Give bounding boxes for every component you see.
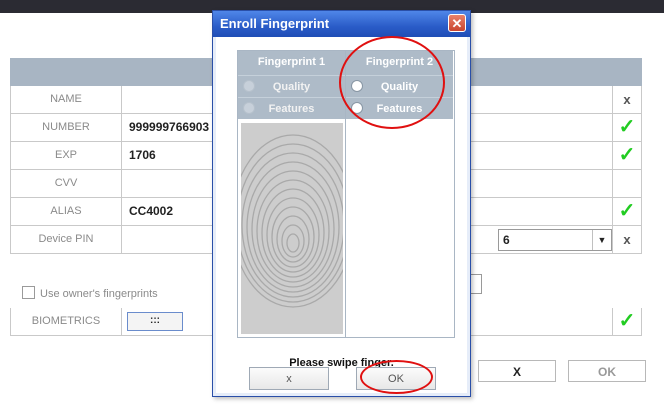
quality-label: Quality	[272, 81, 311, 93]
owner-fingerprints-option[interactable]: Use owner's fingerprints	[22, 286, 158, 300]
device-pin-select[interactable]: 6 ▼	[498, 229, 612, 251]
checkmark-icon: ✓	[612, 142, 641, 169]
fingerprint-1-features: Features	[238, 97, 345, 119]
owner-fingerprints-checkbox[interactable]	[22, 286, 35, 299]
row-value: 1706	[129, 148, 156, 162]
row-label: NUMBER	[11, 114, 122, 141]
row-label: ALIAS	[11, 198, 122, 225]
dialog-titlebar[interactable]: Enroll Fingerprint ✕	[213, 11, 470, 37]
row-value: CC4002	[129, 204, 174, 218]
highlight-circle	[360, 360, 433, 394]
row-label: CVV	[11, 170, 122, 197]
fingerprint-image	[241, 123, 343, 334]
form-cancel-button[interactable]: X	[478, 360, 556, 382]
field-box	[470, 274, 482, 294]
chevron-down-icon[interactable]: ▼	[592, 230, 611, 250]
checkmark-icon: ✓	[612, 114, 641, 141]
row-label: NAME	[11, 86, 122, 113]
form-ok-button[interactable]: OK	[568, 360, 646, 382]
checkmark-icon: ✓	[612, 308, 641, 335]
status-x-icon: x	[612, 226, 641, 253]
biometrics-button[interactable]: :::	[127, 312, 183, 331]
status-cell	[612, 170, 641, 197]
checkmark-icon: ✓	[612, 198, 641, 225]
fingerprint-icon	[241, 123, 343, 334]
row-label: EXP	[11, 142, 122, 169]
close-icon[interactable]: ✕	[448, 14, 466, 32]
owner-fingerprints-label: Use owner's fingerprints	[40, 288, 158, 300]
fingerprint-1-quality: Quality	[238, 75, 345, 97]
highlight-circle	[339, 36, 445, 129]
fingerprint-1-header: Fingerprint 1	[238, 51, 345, 75]
dialog-cancel-button[interactable]: x	[249, 367, 329, 390]
row-label: BIOMETRICS	[11, 308, 122, 335]
status-x-icon: x	[612, 86, 641, 113]
row-value: 999999766903	[129, 120, 210, 134]
fingerprint-1-column: Fingerprint 1 Quality Features	[238, 51, 346, 337]
row-label: Device PIN	[11, 226, 122, 253]
features-label: Features	[268, 103, 315, 115]
dialog-title: Enroll Fingerprint	[220, 16, 330, 31]
pin-value: 6	[503, 233, 510, 247]
